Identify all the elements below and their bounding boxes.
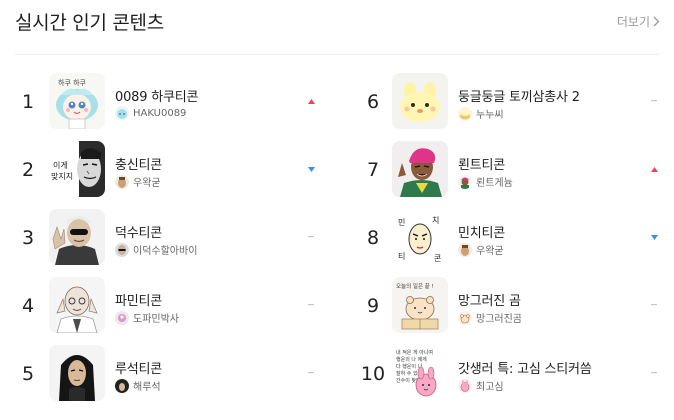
item-name[interactable]: 둥글둥글 토끼삼총사 2 — [458, 86, 580, 105]
rank-same-icon — [307, 301, 315, 309]
creator-avatar — [115, 378, 129, 393]
creator-name: 이덕수할아바이 — [133, 246, 198, 257]
rank-number: 9 — [366, 295, 380, 317]
creator-avatar — [458, 310, 472, 325]
chevron-right-icon — [653, 16, 660, 27]
creator[interactable]: 해루석 — [115, 378, 161, 393]
chungsin-character-icon[interactable]: 이게 맞지지 — [49, 141, 105, 197]
rank-number: 6 — [366, 91, 380, 113]
svg-text:맞지지: 맞지지 — [51, 171, 73, 181]
creator-avatar — [115, 174, 129, 189]
ranking-item[interactable]: 10 내 적은 게 아니여 행운의 나 에게 다 행운이 나 잘하 수 있다 간… — [358, 345, 658, 401]
rank-number: 10 — [360, 363, 386, 385]
rank-number: 5 — [21, 363, 35, 385]
creator[interactable]: 뢴트게늄 — [458, 174, 513, 189]
rank-down-icon — [650, 233, 658, 241]
more-label: 더보기 — [616, 15, 650, 29]
rank-same-icon — [650, 369, 658, 377]
section-header: 실시간 인기 콘텐츠 더보기 — [15, 8, 660, 38]
creator-name: HAKU0089 — [133, 107, 187, 119]
rank-up-icon — [650, 165, 658, 173]
item-name[interactable]: 망그러진 곰 — [458, 290, 521, 309]
item-name[interactable]: 0089 하쿠티콘 — [115, 86, 198, 105]
rank-same-icon — [650, 97, 658, 105]
svg-text:티: 티 — [398, 252, 405, 261]
ranking-item[interactable]: 9 오늘의 일은 끝 ! 망그러진 곰 망그러진곰 — [358, 277, 658, 333]
ranking-column-left: 1 하쿠 하쿠 0089 하쿠티콘 HAKU0089 2 이게 맞지지 충신티콘… — [15, 73, 315, 413]
svg-text:이게: 이게 — [53, 160, 68, 170]
svg-text:내 적은 게 아니여: 내 적은 게 아니여 — [396, 349, 433, 356]
ranking-column-right: 6 둥글둥글 토끼삼총사 2 누누씨 7 뢴트티콘 뢴트게늄 8 민 치 티 콘… — [358, 73, 658, 413]
item-name[interactable]: 갓생러 특: 고심 스티커씀 — [458, 358, 592, 377]
ranking-item[interactable]: 7 뢴트티콘 뢴트게늄 — [358, 141, 658, 197]
svg-text:행운의 나 에게: 행운의 나 에게 — [396, 356, 427, 363]
more-link[interactable]: 더보기 — [617, 13, 660, 30]
rank-number: 1 — [21, 91, 35, 113]
creator-avatar — [115, 310, 129, 325]
item-name[interactable]: 민치티콘 — [458, 222, 505, 241]
creator-name: 도파민박사 — [133, 314, 179, 325]
item-name[interactable]: 덕수티콘 — [115, 222, 162, 241]
section-title: 실시간 인기 콘텐츠 — [15, 12, 164, 34]
creator-avatar — [458, 378, 472, 393]
creator-avatar — [115, 106, 129, 120]
rank-number: 7 — [366, 159, 380, 181]
rank-number: 8 — [366, 227, 380, 249]
creator[interactable]: 망그러진곰 — [458, 310, 522, 325]
thumb-text: 하쿠 하쿠 — [58, 78, 87, 87]
item-name[interactable]: 루석티콘 — [115, 358, 162, 377]
creator[interactable]: 우왁굳 — [115, 174, 161, 189]
roent-character-icon[interactable] — [392, 141, 448, 197]
creator-name: 누누씨 — [476, 110, 504, 121]
rank-same-icon — [307, 233, 315, 241]
svg-text:콘: 콘 — [434, 254, 441, 263]
rank-number: 2 — [21, 159, 35, 181]
creator[interactable]: 최고심 — [458, 378, 504, 393]
creator-avatar — [115, 242, 129, 257]
deoksu-character-icon[interactable] — [49, 209, 105, 265]
ranking-item[interactable]: 8 민 치 티 콘 민치티콘 우왁굳 — [358, 209, 658, 265]
ranking-item[interactable]: 4 파민티콘 도파민박사 — [15, 277, 315, 333]
creator-name: 우왁굳 — [133, 178, 161, 189]
minchi-character-icon[interactable]: 민 치 티 콘 — [392, 209, 448, 265]
creator[interactable]: 이덕수할아바이 — [115, 242, 197, 257]
rank-same-icon — [307, 369, 315, 377]
creator[interactable]: HAKU0089 — [115, 106, 186, 120]
rank-number: 4 — [21, 295, 35, 317]
rank-same-icon — [650, 301, 658, 309]
round-rabbit-icon[interactable] — [392, 73, 448, 129]
gosim-character-icon[interactable]: 내 적은 게 아니여 행운의 나 에게 다 행운이 나 잘하 수 있다 간수이 … — [392, 345, 448, 401]
creator-name: 해루석 — [133, 382, 161, 393]
rank-number: 3 — [21, 227, 35, 249]
svg-text:치: 치 — [432, 216, 439, 225]
creator-name: 우왁굳 — [476, 246, 504, 257]
creator[interactable]: 누누씨 — [458, 106, 504, 121]
broken-bear-icon[interactable]: 오늘의 일은 끝 ! — [392, 277, 448, 333]
creator-avatar — [458, 106, 472, 121]
item-name[interactable]: 충신티콘 — [115, 154, 162, 173]
creator-name: 뢴트게늄 — [476, 178, 513, 189]
item-name[interactable]: 뢴트티콘 — [458, 154, 505, 173]
creator[interactable]: 우왁굳 — [458, 242, 504, 257]
svg-text:민: 민 — [398, 217, 405, 227]
ranking-item[interactable]: 2 이게 맞지지 충신티콘 우왁굳 — [15, 141, 315, 197]
svg-text:오늘의 일은 끝 !: 오늘의 일은 끝 ! — [396, 282, 434, 290]
ranking-item[interactable]: 1 하쿠 하쿠 0089 하쿠티콘 HAKU0089 — [15, 73, 315, 129]
creator-name: 망그러진곰 — [476, 314, 522, 325]
creator-avatar — [458, 242, 472, 257]
header-divider — [15, 54, 660, 55]
pamin-character-icon[interactable] — [49, 277, 105, 333]
creator[interactable]: 도파민박사 — [115, 310, 179, 325]
haku-character-icon[interactable]: 하쿠 하쿠 — [49, 73, 105, 129]
ranking-item[interactable]: 6 둥글둥글 토끼삼총사 2 누누씨 — [358, 73, 658, 129]
creator-name: 최고심 — [476, 382, 504, 393]
rank-up-icon — [307, 97, 315, 105]
ranking-item[interactable]: 3 덕수티콘 이덕수할아바이 — [15, 209, 315, 265]
ruseok-character-icon[interactable] — [49, 345, 105, 401]
rank-down-icon — [307, 165, 315, 173]
creator-avatar — [458, 174, 472, 189]
ranking-item[interactable]: 5 루석티콘 해루석 — [15, 345, 315, 401]
item-name[interactable]: 파민티콘 — [115, 290, 162, 309]
